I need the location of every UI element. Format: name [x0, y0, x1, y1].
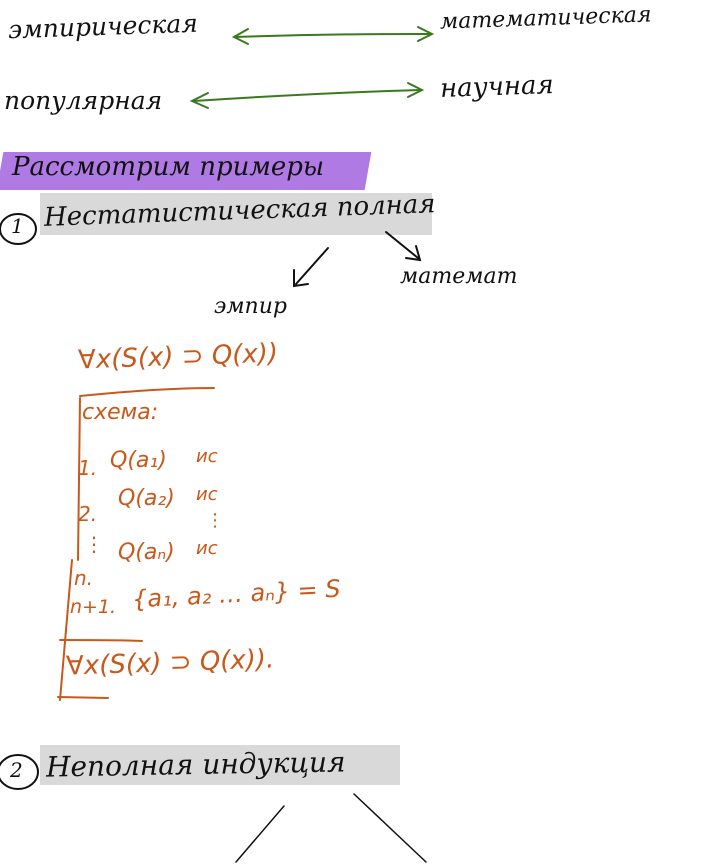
scheme-row-num: 1. — [78, 456, 98, 480]
scheme-row-mark: ⋮ — [206, 510, 224, 531]
item2-number: 2 — [10, 758, 23, 782]
item1-number: 1 — [11, 214, 24, 238]
scheme-row-num: n. — [74, 566, 94, 590]
item1-branch-right: математ — [400, 264, 518, 289]
scheme-row-expr: Q(a₂) — [118, 486, 175, 511]
item1-branch-left: эмпир — [214, 294, 287, 319]
double-arrow-icon — [231, 26, 435, 45]
popular-label: популярная — [4, 86, 163, 115]
branch-lines — [235, 793, 427, 863]
scheme-row-mark: ис — [196, 484, 218, 505]
section-title: Рассмотрим примеры — [12, 152, 325, 182]
scheme-row-mark: ис — [196, 446, 218, 467]
scientific-label: научная — [439, 70, 555, 104]
double-arrow-icon — [189, 82, 425, 109]
set-row-num: n+1. — [70, 596, 117, 618]
scheme-label: схема: — [82, 400, 159, 425]
scheme-row-mark: ис — [196, 538, 218, 559]
scheme-row-num: 2. — [78, 502, 98, 526]
scheme-row-expr: Q(a₁) — [110, 448, 167, 473]
item2-title: Неполная индукция — [45, 745, 346, 784]
ink-strokes — [0, 26, 435, 863]
scheme-row-expr: Q(aₙ) — [118, 540, 175, 565]
scheme-row-num: ⋮ — [84, 532, 104, 556]
